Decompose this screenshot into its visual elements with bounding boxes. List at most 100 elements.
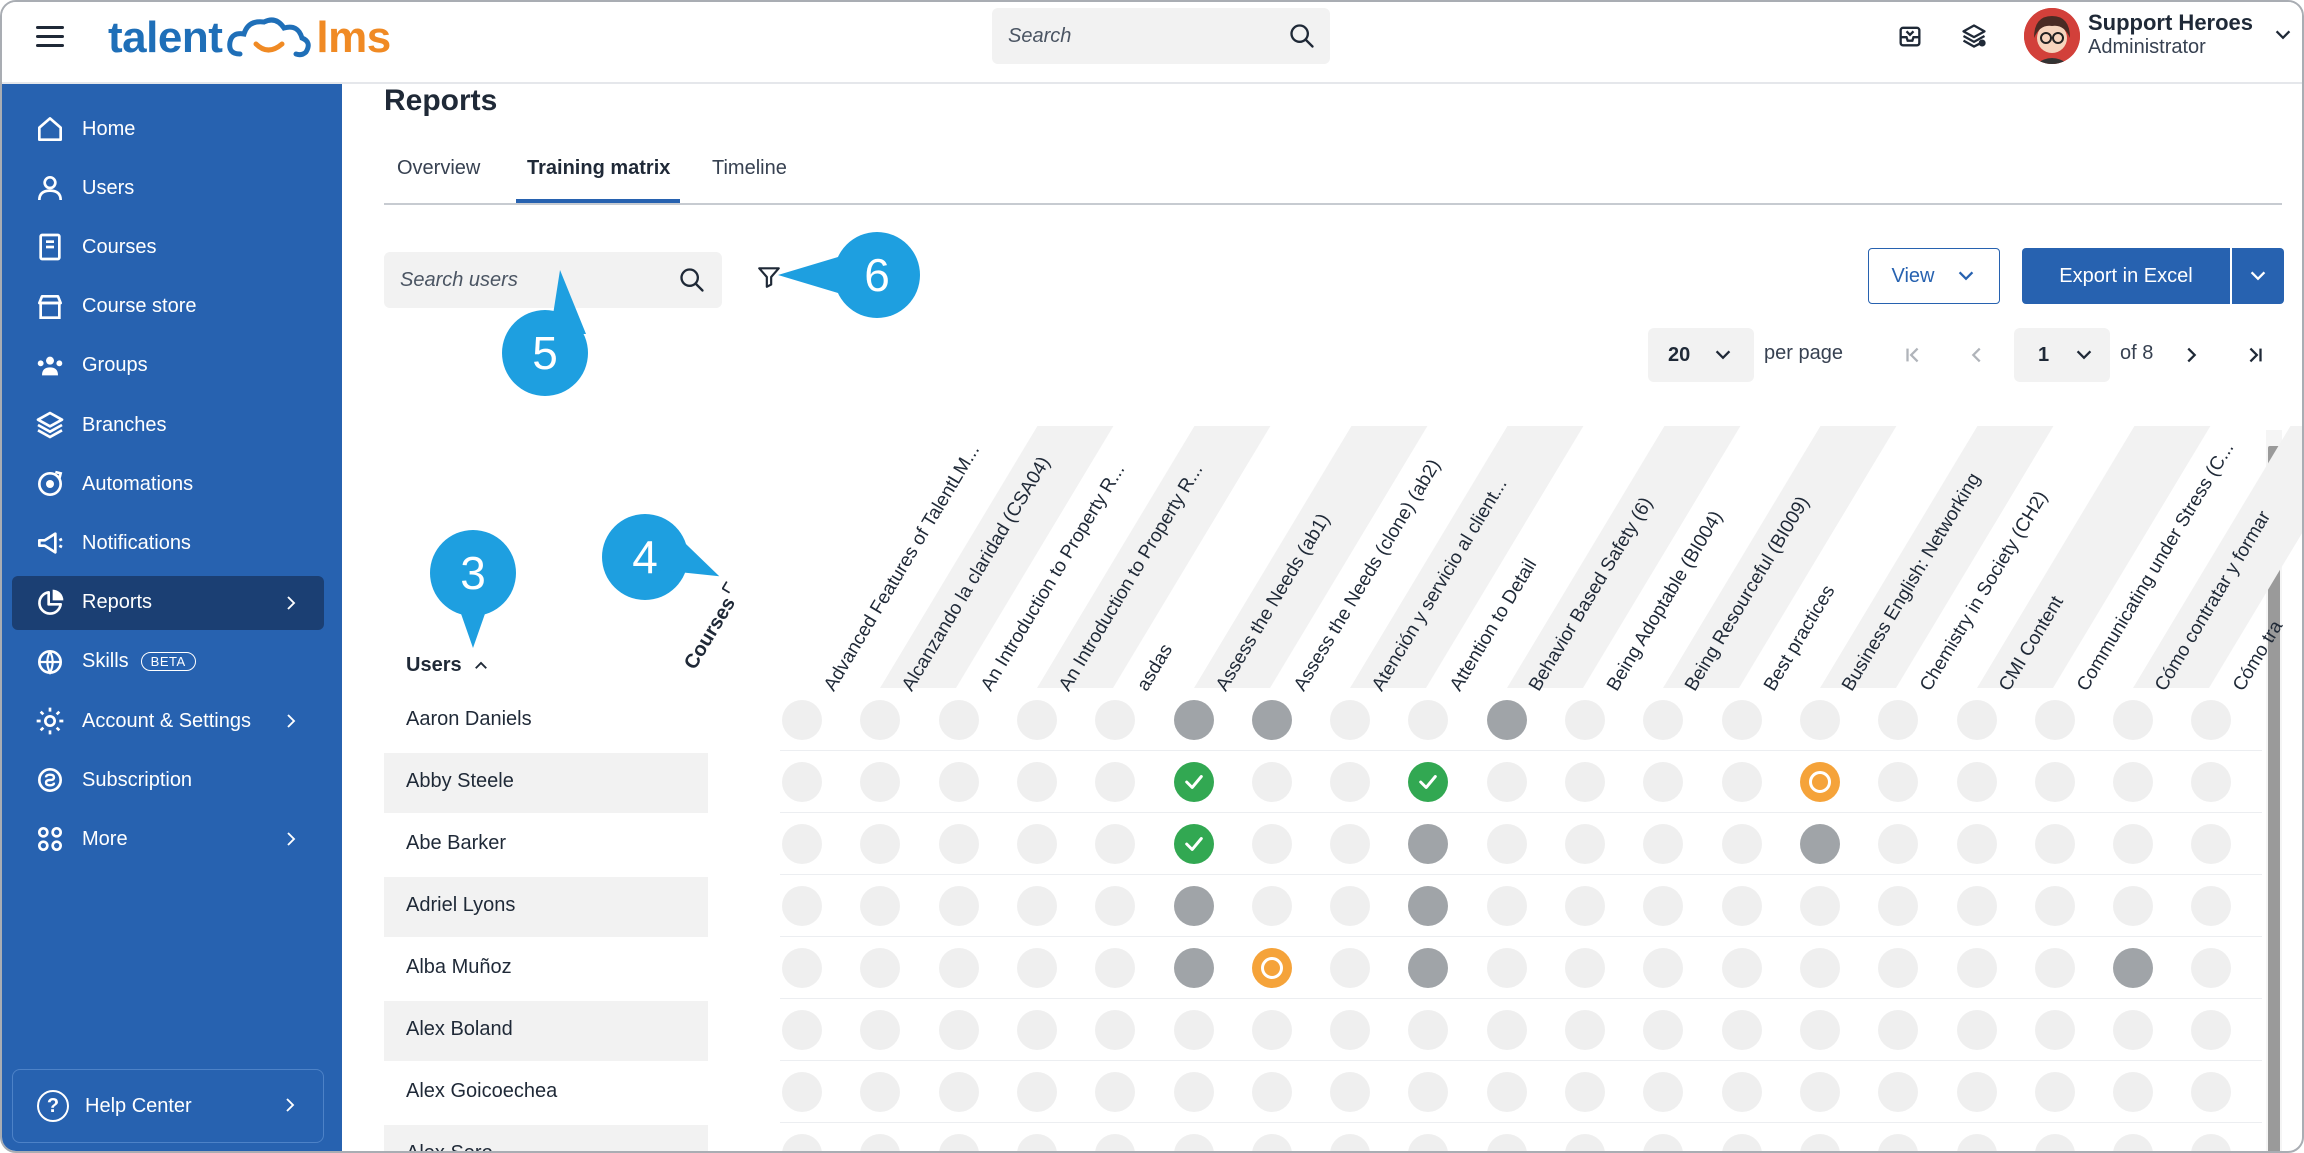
not-enrolled-cell[interactable] [860,1010,901,1050]
tab-timeline[interactable]: Timeline [712,157,787,180]
matrix-user-name[interactable]: Adriel Lyons [406,894,515,917]
not-enrolled-cell[interactable] [1173,1010,1214,1050]
not-enrolled-cell[interactable] [860,1134,901,1151]
matrix-user-name[interactable]: Alex Sero [406,1142,493,1151]
export-options-button[interactable] [2232,248,2284,304]
not-enrolled-cell[interactable] [938,1010,979,1050]
not-enrolled-cell[interactable] [938,1134,979,1151]
course-column-header[interactable]: Alcanzando la claridad (CSA04) [880,426,1114,695]
inbox-icon[interactable] [1896,22,1924,50]
not-enrolled-cell[interactable] [1565,1010,1605,1050]
sidebar-item-users[interactable]: Users [12,161,324,215]
not-enrolled-cell[interactable] [1486,762,1527,802]
help-center-button[interactable]: ? Help Center [12,1069,324,1143]
not-enrolled-cell[interactable] [1095,824,1136,864]
view-button[interactable]: View [1868,248,2000,304]
not-enrolled-cell[interactable] [1721,824,1762,864]
not-enrolled-cell[interactable] [1330,762,1371,802]
not-enrolled-cell[interactable] [2034,1072,2075,1112]
not-enrolled-cell[interactable] [1721,1010,1762,1050]
not-enrolled-cell[interactable] [1565,948,1605,988]
not-started-cell[interactable] [1173,886,1214,926]
not-enrolled-cell[interactable] [1643,700,1684,740]
not-enrolled-cell[interactable] [1721,886,1762,926]
course-column-header[interactable]: Attention to Detail [1428,426,1541,694]
not-enrolled-cell[interactable] [1956,886,1997,926]
not-enrolled-cell[interactable] [1956,762,1997,802]
not-enrolled-cell[interactable] [938,886,979,926]
not-enrolled-cell[interactable] [1486,824,1527,864]
not-enrolled-cell[interactable] [1408,1010,1449,1050]
not-enrolled-cell[interactable] [1721,948,1762,988]
not-enrolled-cell[interactable] [1330,824,1371,864]
not-started-cell[interactable] [1173,700,1214,740]
in-progress-cell[interactable] [1799,762,1840,802]
not-enrolled-cell[interactable] [2191,886,2232,926]
sidebar-item-account-settings[interactable]: Account & Settings [12,694,324,748]
not-enrolled-cell[interactable] [1956,1134,1997,1151]
not-enrolled-cell[interactable] [860,948,901,988]
not-enrolled-cell[interactable] [782,886,822,926]
not-started-cell[interactable] [1408,948,1449,988]
not-enrolled-cell[interactable] [2191,948,2232,988]
not-enrolled-cell[interactable] [1956,1010,1997,1050]
not-enrolled-cell[interactable] [2113,824,2154,864]
not-enrolled-cell[interactable] [860,886,901,926]
in-progress-cell[interactable] [1251,948,1292,988]
not-enrolled-cell[interactable] [1330,1134,1371,1151]
not-enrolled-cell[interactable] [1721,1134,1762,1151]
not-enrolled-cell[interactable] [1016,700,1057,740]
not-enrolled-cell[interactable] [1486,886,1527,926]
not-enrolled-cell[interactable] [2034,1010,2075,1050]
course-column-header[interactable]: CMI Content [1976,426,2210,695]
not-enrolled-cell[interactable] [860,700,901,740]
not-enrolled-cell[interactable] [860,824,901,864]
not-enrolled-cell[interactable] [1330,700,1371,740]
not-enrolled-cell[interactable] [2113,1134,2154,1151]
not-enrolled-cell[interactable] [1330,948,1371,988]
not-enrolled-cell[interactable] [2113,700,2154,740]
course-column-header[interactable]: An Introduction to Property R... [1036,426,1271,695]
not-enrolled-cell[interactable] [1799,948,1840,988]
not-enrolled-cell[interactable] [1486,1072,1527,1112]
not-enrolled-cell[interactable] [1016,948,1057,988]
not-enrolled-cell[interactable] [782,1134,822,1151]
not-enrolled-cell[interactable] [1251,762,1292,802]
course-column-header[interactable]: asdas [1115,426,1191,695]
sidebar-item-reports[interactable]: Reports [12,575,324,630]
not-enrolled-cell[interactable] [1251,824,1292,864]
not-enrolled-cell[interactable] [782,1072,822,1112]
not-enrolled-cell[interactable] [938,762,979,802]
sidebar-item-skills[interactable]: Skills BETA [12,635,324,689]
search-icon[interactable] [678,266,706,294]
users-column-header[interactable]: Users [406,654,490,677]
not-enrolled-cell[interactable] [2191,1072,2232,1112]
previous-page-button[interactable] [1960,338,1994,372]
not-enrolled-cell[interactable] [2034,824,2075,864]
global-search-input[interactable] [992,8,1262,64]
course-column-header[interactable]: An Introduction to Property R... [959,426,1129,694]
sidebar-item-course-store[interactable]: Course store [12,280,324,334]
not-enrolled-cell[interactable] [1565,762,1605,802]
not-enrolled-cell[interactable] [782,1010,822,1050]
course-column-header[interactable]: Being Resourceful (BI009) [1663,426,1897,695]
sidebar-item-courses[interactable]: Courses [12,220,324,274]
not-enrolled-cell[interactable] [2034,948,2075,988]
not-enrolled-cell[interactable] [1486,1010,1527,1050]
not-enrolled-cell[interactable] [2191,762,2232,802]
not-enrolled-cell[interactable] [2191,1134,2232,1151]
not-enrolled-cell[interactable] [782,700,822,740]
matrix-user-name[interactable]: Alex Goicoechea [406,1080,557,1103]
not-enrolled-cell[interactable] [2113,762,2154,802]
sidebar-item-automations[interactable]: Automations [12,457,324,511]
next-page-button[interactable] [2174,338,2208,372]
completed-cell[interactable] [1173,824,1214,864]
page-select[interactable]: 1 [2014,328,2110,382]
not-enrolled-cell[interactable] [1016,1072,1057,1112]
not-enrolled-cell[interactable] [1016,886,1057,926]
not-enrolled-cell[interactable] [1330,886,1371,926]
course-column-header[interactable]: Advanced Features of TalentLM... [802,426,984,695]
not-enrolled-cell[interactable] [1486,948,1527,988]
not-enrolled-cell[interactable] [1095,948,1136,988]
not-enrolled-cell[interactable] [1095,1072,1136,1112]
